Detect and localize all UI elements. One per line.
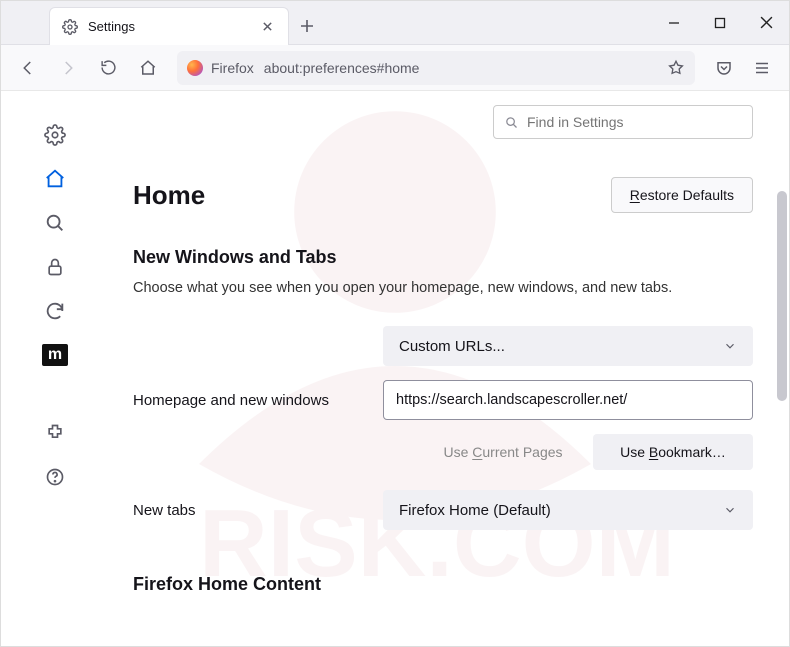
- app-menu-button[interactable]: [745, 51, 779, 85]
- homepage-mode-select[interactable]: Custom URLs...: [383, 326, 753, 366]
- firefox-icon: [187, 60, 203, 76]
- home-button[interactable]: [131, 51, 165, 85]
- identity-label: Firefox: [211, 60, 254, 76]
- use-current-pages-button[interactable]: Use Current Pages: [423, 434, 583, 470]
- sidebar-item-home[interactable]: [35, 159, 75, 199]
- sidebar-item-more-mozilla[interactable]: m: [35, 335, 75, 375]
- section-firefox-home-content-title: Firefox Home Content: [133, 574, 753, 595]
- bookmark-star-icon[interactable]: [667, 59, 685, 77]
- window-maximize-button[interactable]: [697, 1, 743, 45]
- homepage-label: Homepage and new windows: [133, 392, 363, 409]
- preferences-sidebar: m: [1, 91, 109, 646]
- gear-icon: [62, 19, 78, 35]
- window-close-button[interactable]: [743, 1, 789, 45]
- use-bookmark-button[interactable]: Use Bookmark…: [593, 434, 753, 470]
- chevron-down-icon: [723, 339, 737, 353]
- sidebar-item-search[interactable]: [35, 203, 75, 243]
- nav-forward-button[interactable]: [51, 51, 85, 85]
- find-in-settings-input[interactable]: [527, 114, 742, 130]
- chevron-down-icon: [723, 503, 737, 517]
- window-titlebar: Settings: [1, 1, 789, 45]
- page-title: Home: [133, 180, 205, 211]
- find-in-settings: [493, 105, 753, 139]
- sidebar-item-extensions[interactable]: [35, 413, 75, 453]
- browser-toolbar: Firefox about:preferences#home: [1, 45, 789, 91]
- url-bar[interactable]: Firefox about:preferences#home: [177, 51, 695, 85]
- sidebar-item-general[interactable]: [35, 115, 75, 155]
- reload-button[interactable]: [91, 51, 125, 85]
- url-text: about:preferences#home: [264, 60, 420, 76]
- close-tab-button[interactable]: [258, 18, 276, 36]
- nav-back-button[interactable]: [11, 51, 45, 85]
- homepage-url-input[interactable]: [383, 380, 753, 420]
- save-to-pocket-button[interactable]: [707, 51, 741, 85]
- search-icon: [504, 115, 519, 130]
- preferences-main: Home Restore Defaults New Windows and Ta…: [109, 91, 789, 646]
- restore-defaults-button[interactable]: Restore Defaults: [611, 177, 753, 213]
- sidebar-item-support[interactable]: [35, 457, 75, 497]
- preferences-content: m Home Restore Defaults New Windows and …: [1, 91, 789, 646]
- section-new-windows-tabs-desc: Choose what you see when you open your h…: [133, 278, 753, 298]
- section-new-windows-tabs-title: New Windows and Tabs: [133, 247, 753, 268]
- window-minimize-button[interactable]: [651, 1, 697, 45]
- homepage-mode-value: Custom URLs...: [399, 338, 505, 355]
- scrollbar-thumb[interactable]: [777, 191, 787, 401]
- mozilla-icon: m: [42, 344, 68, 366]
- newtabs-label: New tabs: [133, 502, 363, 519]
- sidebar-item-privacy[interactable]: [35, 247, 75, 287]
- new-tab-button[interactable]: [289, 7, 325, 44]
- newtabs-mode-select[interactable]: Firefox Home (Default): [383, 490, 753, 530]
- newtabs-mode-value: Firefox Home (Default): [399, 502, 551, 519]
- sidebar-item-sync[interactable]: [35, 291, 75, 331]
- site-identity[interactable]: Firefox: [187, 60, 254, 76]
- browser-tab-settings[interactable]: Settings: [49, 7, 289, 45]
- tab-title: Settings: [88, 19, 248, 34]
